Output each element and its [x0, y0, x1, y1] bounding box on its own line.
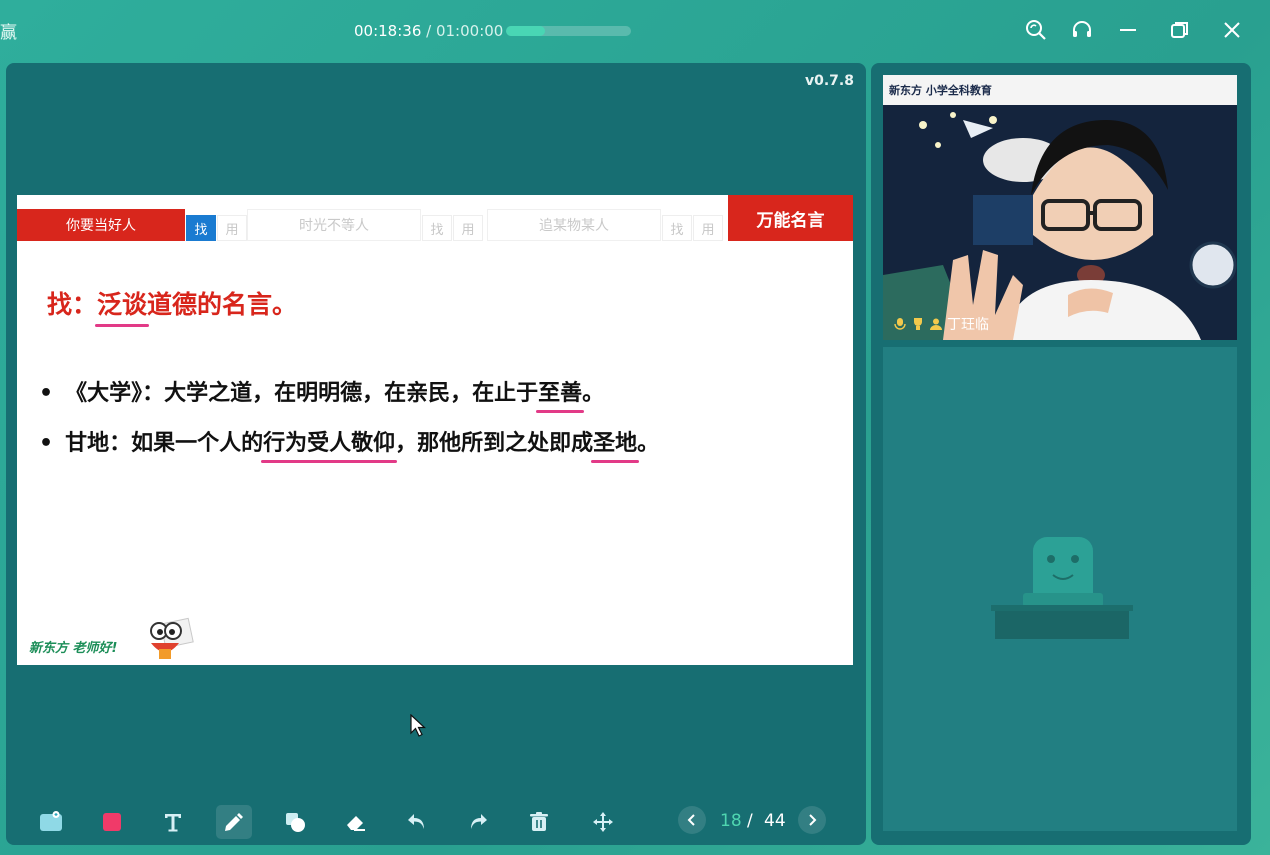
- next-page-button[interactable]: [798, 806, 826, 834]
- text-tool[interactable]: [155, 805, 191, 839]
- quote-bullet-2: • 甘地：如果一个人的行为受人敬仰，那他所到之处即成圣地。: [39, 425, 660, 463]
- teacher-caption: 丁玨临: [893, 314, 989, 334]
- undo-button[interactable]: [399, 805, 435, 839]
- move-tool[interactable]: [585, 805, 621, 839]
- teacher-video[interactable]: 新东方 小学全科教育 丁玨临: [883, 75, 1237, 340]
- trash-icon: [530, 812, 548, 831]
- use-tag-3[interactable]: 用: [693, 215, 723, 241]
- class-timer: 00:18:36 / 01:00:00: [354, 22, 503, 40]
- bullet1-underlined: 至善: [536, 375, 585, 413]
- restore-icon: [1171, 22, 1188, 38]
- courseware-panel: v0.7.8 你要当好人 找 用 时光不等人 找 用 追某物某人 找 用 万能名…: [6, 63, 866, 845]
- prev-page-button[interactable]: [678, 806, 706, 834]
- teacher-name: 丁玨临: [947, 317, 989, 333]
- time-separator: /: [421, 22, 436, 40]
- empty-seat-icon: [991, 537, 1133, 639]
- find-tag-3[interactable]: 找: [662, 215, 692, 241]
- shapes-icon: [286, 813, 305, 832]
- title-bar: 赢 00:18:36 / 01:00:00: [0, 0, 1270, 60]
- slide-section-title: 万能名言: [728, 195, 853, 241]
- bullet2-end: 。: [637, 431, 660, 456]
- insert-image-tool[interactable]: [33, 805, 69, 839]
- headset-button[interactable]: [1068, 16, 1096, 44]
- text-icon: [165, 814, 181, 832]
- slide-tab-3[interactable]: 追某物某人: [487, 209, 661, 241]
- redo-icon: [471, 814, 487, 829]
- eraser-tool[interactable]: [338, 805, 374, 839]
- mic-icon: [894, 318, 906, 330]
- current-page: 18: [720, 811, 742, 831]
- page-separator: /: [747, 811, 753, 831]
- mouse-cursor-icon: [410, 714, 426, 737]
- shape-tool[interactable]: [277, 805, 313, 839]
- headset-icon: [1073, 21, 1091, 37]
- find-tag[interactable]: 找: [186, 215, 216, 241]
- bullet1-end: 。: [582, 381, 605, 406]
- bullet2-underlined-1: 行为受人敬仰: [261, 425, 398, 463]
- bullet2-middle: ，那他所到之处即成: [395, 431, 594, 456]
- redo-button[interactable]: [460, 805, 496, 839]
- elapsed-time: 00:18:36: [354, 22, 422, 40]
- chevron-left-icon: [687, 814, 695, 826]
- image-icon: [40, 811, 62, 831]
- bullet-dot: •: [39, 431, 54, 456]
- bullet2-text: 甘地：如果一个人的: [65, 431, 264, 456]
- color-picker-tool[interactable]: [94, 805, 130, 839]
- slide-heading: 找：泛谈道德的名言。: [47, 285, 298, 327]
- bullet2-underlined-2: 圣地: [591, 425, 640, 463]
- bullet-dot: •: [39, 381, 54, 406]
- quote-bullet-1: • 《大学》：大学之道，在明明德，在亲民，在止于至善。: [39, 375, 605, 413]
- heading-rest: 道德的名言。: [147, 290, 298, 319]
- mascot-icon: [150, 617, 194, 659]
- slide-tab-active[interactable]: 你要当好人: [17, 209, 185, 241]
- video-side-panel: 新东方 小学全科教育 丁玨临: [871, 63, 1251, 845]
- close-icon: [1224, 22, 1240, 38]
- move-icon: [593, 812, 613, 832]
- heading-underlined: 泛谈: [95, 285, 150, 327]
- heading-prefix: 找：: [47, 290, 98, 319]
- magnify-icon: [1026, 20, 1046, 40]
- minimize-button[interactable]: [1114, 16, 1142, 44]
- slide-canvas[interactable]: 你要当好人 找 用 时光不等人 找 用 追某物某人 找 用 万能名言 找：泛谈道…: [17, 195, 853, 665]
- slide-header: 你要当好人 找 用 时光不等人 找 用 追某物某人 找 用 万能名言: [17, 195, 853, 243]
- bullet1-text: 《大学》：大学之道，在明明德，在亲民，在止于: [65, 381, 539, 406]
- class-progress-fill: [506, 26, 545, 36]
- teacher-video-frame-image: [883, 75, 1237, 340]
- chevron-right-icon: [809, 814, 817, 826]
- version-label: v0.7.8: [805, 73, 854, 89]
- class-progress-bar: [506, 26, 631, 36]
- eraser-icon: [347, 816, 365, 831]
- footer-logo-text: 新东方 老师好!: [29, 641, 118, 656]
- trophy-icon: [914, 318, 922, 330]
- video-banner: 新东方 小学全科教育: [883, 75, 1237, 105]
- restore-button[interactable]: [1166, 16, 1194, 44]
- search-refresh-button[interactable]: [1022, 16, 1050, 44]
- use-tag[interactable]: 用: [217, 215, 247, 241]
- find-tag-2[interactable]: 找: [422, 215, 452, 241]
- total-pages: 44: [764, 811, 786, 831]
- pen-icon: [225, 813, 243, 831]
- color-swatch-icon: [103, 813, 121, 831]
- pen-tool[interactable]: [216, 805, 252, 839]
- video-banner-text: 新东方 小学全科教育: [889, 84, 992, 97]
- use-tag-2[interactable]: 用: [453, 215, 483, 241]
- delete-button[interactable]: [521, 805, 557, 839]
- student-seat-placeholder: [883, 347, 1237, 831]
- app-title-fragment: 赢: [0, 23, 17, 43]
- close-button[interactable]: [1218, 16, 1246, 44]
- slide-tab-2[interactable]: 时光不等人: [247, 209, 421, 241]
- total-time: 01:00:00: [435, 22, 504, 40]
- minimize-icon: [1120, 29, 1136, 31]
- user-icon: [930, 318, 942, 330]
- undo-icon: [408, 814, 424, 829]
